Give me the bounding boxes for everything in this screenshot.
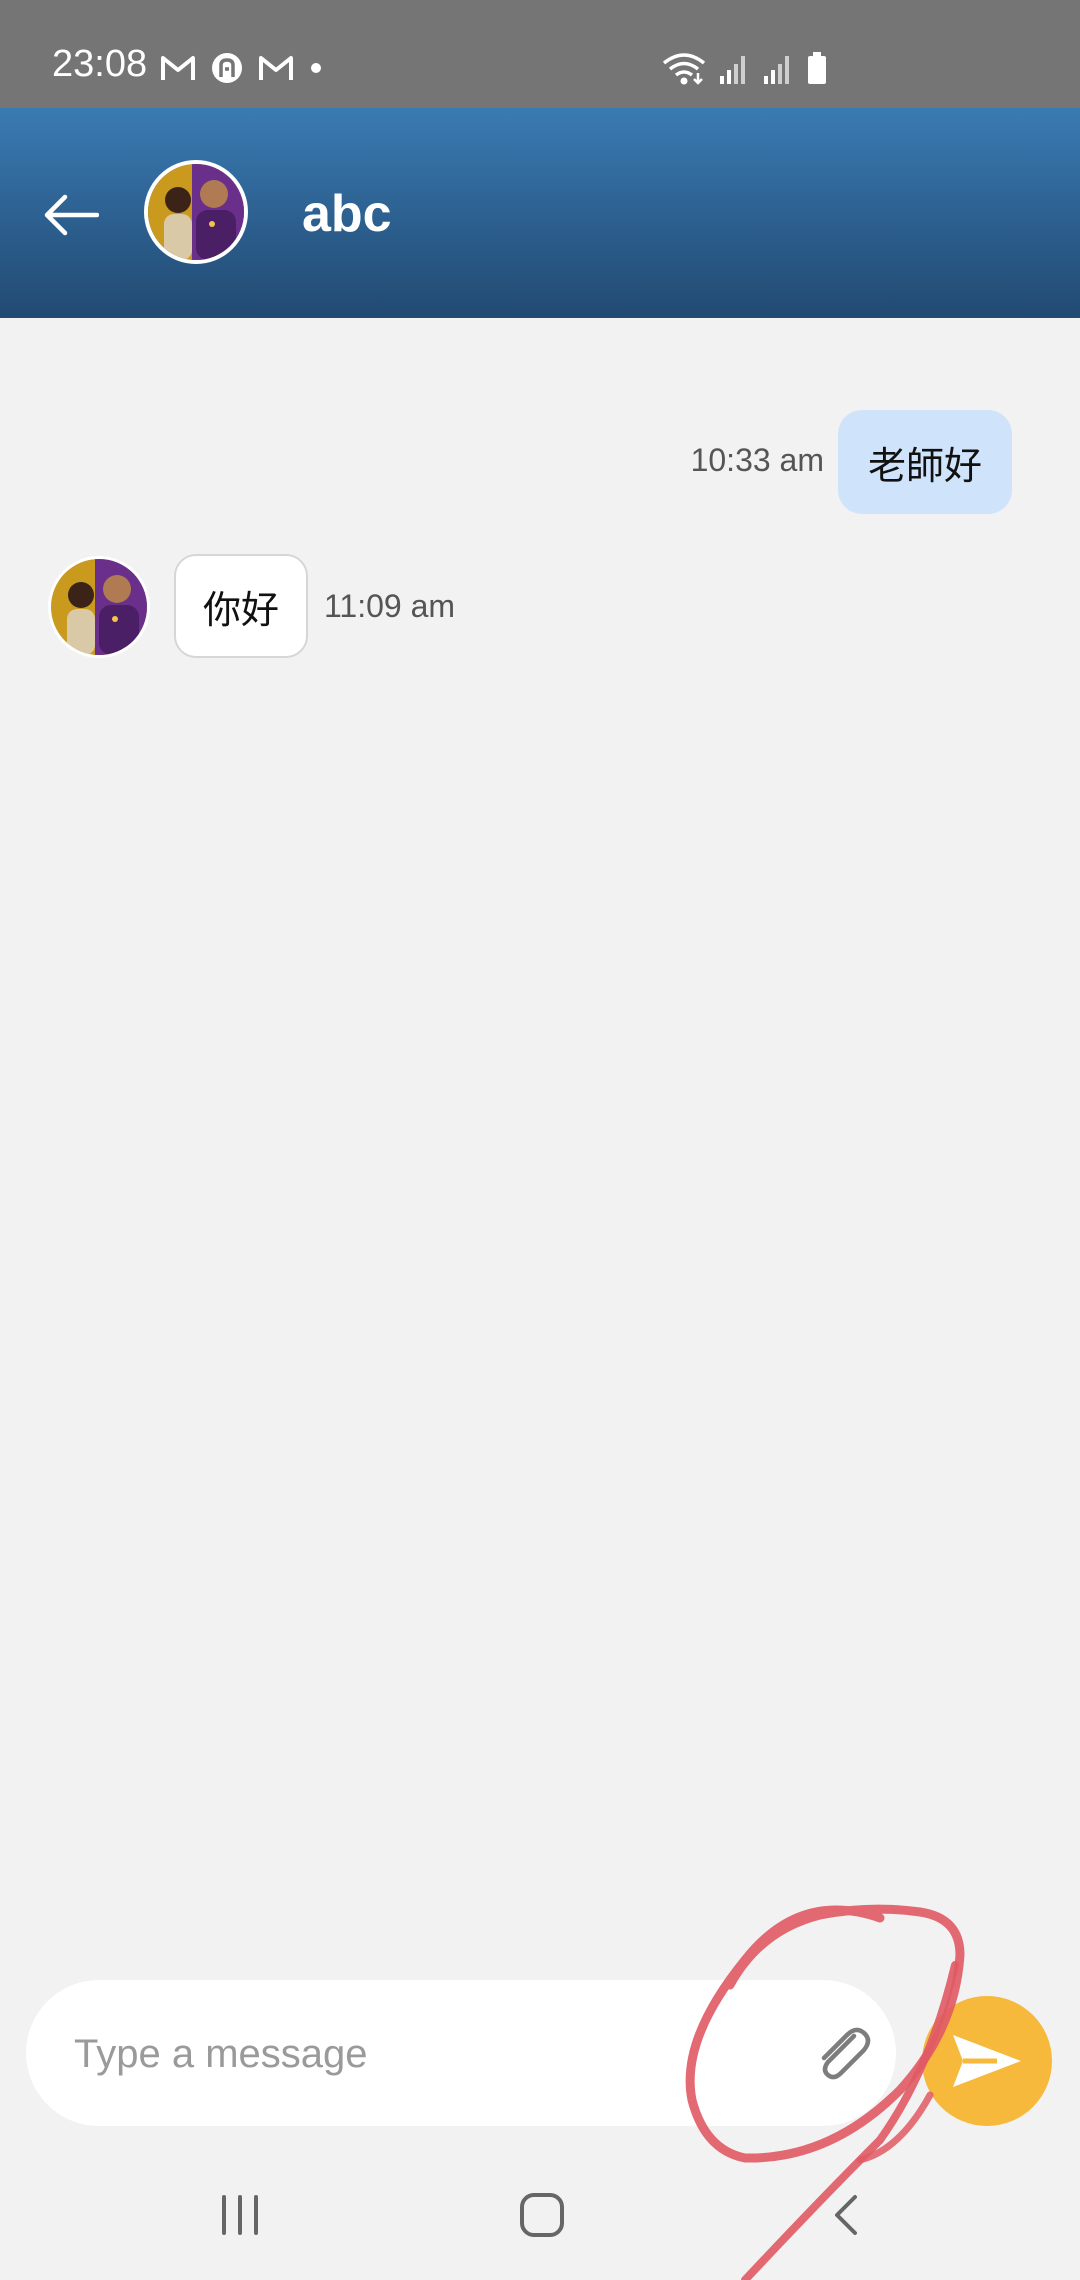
status-notification-icons [160,48,324,88]
outgoing-message-bubble[interactable]: 老師好 [838,410,1012,514]
incoming-message-bubble[interactable]: 你好 [174,554,308,658]
back-nav-button[interactable] [796,2170,896,2260]
attach-button[interactable] [806,2018,878,2090]
message-list[interactable]: 10:33 am 老師好 你好 11:09 am [0,318,1080,1968]
message-input[interactable] [72,1980,776,2128]
back-icon [835,2195,857,2235]
message-timestamp: 11:09 am [324,588,456,624]
status-time: 23:08 [52,43,148,85]
send-button[interactable] [922,1996,1052,2126]
gmail-icon [259,56,293,80]
contact-avatar[interactable] [144,160,248,264]
battery-icon [808,52,826,84]
avatar-image [51,559,147,655]
message-text: 你好 [202,589,279,632]
arrow-left-icon [44,194,99,236]
chat-title[interactable]: abc [302,186,392,242]
system-navigation-bar [0,2150,1080,2280]
dot-icon [311,63,321,73]
signal-icon [720,56,745,84]
status-bar: 23:08 [0,0,1080,108]
wifi-icon [662,53,706,85]
avatar-image [148,164,244,260]
home-icon [520,2193,564,2237]
recent-apps-icon [222,2195,258,2235]
paperclip-icon [821,2027,871,2080]
message-timestamp: 10:33 am [690,442,824,478]
message-composer [26,1980,896,2128]
signal-icon [764,56,789,84]
send-icon [953,2035,1021,2087]
chat-header: abc [0,108,1080,318]
app-notification-icon [212,53,242,83]
message-text: 老師好 [867,445,982,488]
back-button[interactable] [36,180,106,250]
home-button[interactable] [492,2170,592,2260]
recent-apps-button[interactable] [190,2170,290,2260]
sender-avatar[interactable] [48,556,150,658]
gmail-icon [161,56,195,80]
status-system-icons [662,48,828,88]
